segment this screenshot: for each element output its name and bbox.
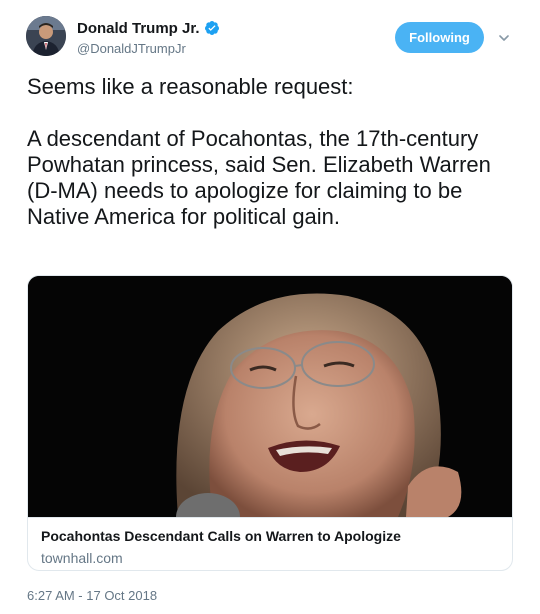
tweet-text: Seems like a reasonable request: A desce…: [27, 74, 519, 230]
avatar[interactable]: [26, 16, 66, 56]
card-body: Pocahontas Descendant Calls on Warren to…: [28, 517, 512, 570]
link-card[interactable]: Pocahontas Descendant Calls on Warren to…: [27, 275, 513, 571]
card-title[interactable]: Pocahontas Descendant Calls on Warren to…: [41, 528, 401, 544]
card-image: [28, 276, 512, 517]
card-domain: townhall.com: [41, 550, 123, 566]
author-handle[interactable]: @DonaldJTrumpJr: [77, 41, 220, 56]
tweet-text-line-1: Seems like a reasonable request:: [27, 74, 354, 99]
author-names: Donald Trump Jr. @DonaldJTrumpJr: [77, 18, 220, 56]
author-display-name[interactable]: Donald Trump Jr.: [77, 20, 200, 37]
tweet: Donald Trump Jr. @DonaldJTrumpJr Followi…: [0, 0, 540, 614]
tweet-text-line-2: A descendant of Pocahontas, the 17th-cen…: [27, 126, 491, 229]
tweet-header: Donald Trump Jr. @DonaldJTrumpJr Followi…: [26, 14, 522, 60]
tweet-timestamp[interactable]: 6:27 AM - 17 Oct 2018: [27, 588, 157, 603]
chevron-down-icon[interactable]: [496, 30, 512, 46]
following-button[interactable]: Following: [395, 22, 484, 53]
verified-badge-icon: [204, 20, 220, 36]
